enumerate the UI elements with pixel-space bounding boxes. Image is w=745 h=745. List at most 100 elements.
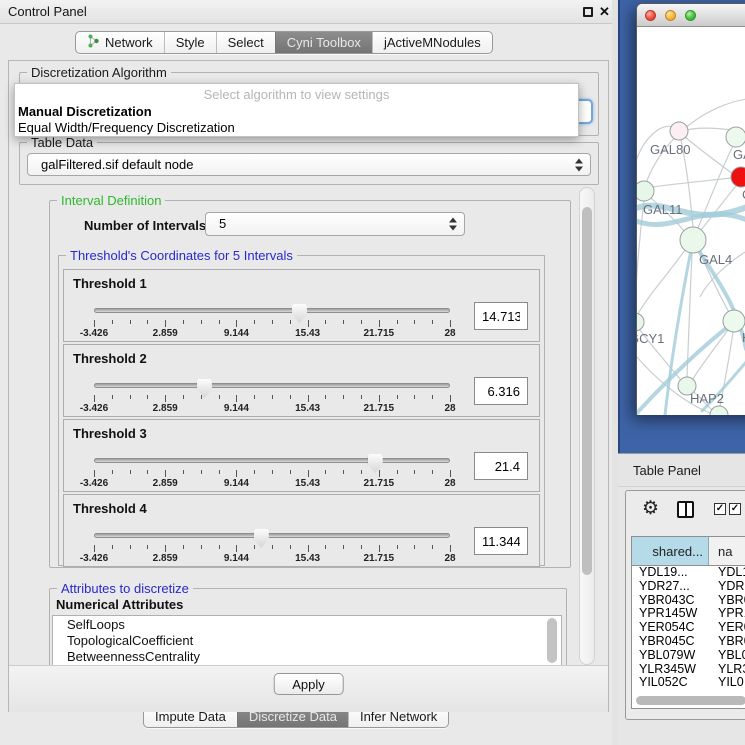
network-node[interactable] [710, 406, 728, 415]
column-header-2[interactable]: na [709, 537, 745, 565]
threshold-value-input[interactable] [474, 377, 528, 405]
apply-button[interactable]: Apply [273, 673, 344, 695]
column-header-1[interactable]: shared... [632, 537, 709, 565]
tick-mark [236, 470, 237, 477]
cell-shared-name: YBL079W [632, 649, 709, 663]
tick-mark [290, 320, 291, 324]
cell-shared-name: YLR345W [632, 663, 709, 677]
table-horizontal-scrollbar[interactable] [636, 696, 745, 705]
number-of-intervals-combobox[interactable]: 5 [205, 212, 465, 236]
checkbox-icon[interactable]: ✓ [729, 503, 741, 515]
threshold-slider[interactable]: -3.4262.8599.14415.4321.71528 [64, 298, 524, 343]
tab-select[interactable]: Select [216, 32, 275, 53]
table-row[interactable]: YBR043CYBR0 [632, 594, 745, 608]
tick-mark [183, 320, 184, 324]
gear-icon[interactable]: ⚙ [642, 498, 659, 520]
tick-label: 28 [418, 328, 482, 339]
slider-handle[interactable] [368, 454, 383, 473]
network-node-label: GAL11 [643, 202, 683, 217]
list-scrollbar[interactable] [547, 618, 557, 663]
network-node[interactable] [726, 127, 745, 147]
slider-track[interactable] [94, 383, 450, 388]
network-node[interactable] [731, 167, 745, 187]
table-data-combobox[interactable]: galFiltered.sif default node [27, 153, 591, 176]
slider-handle[interactable] [197, 379, 212, 398]
checkbox-icon[interactable]: ✓ [714, 503, 726, 515]
tick-label: -3.426 [62, 403, 126, 414]
zoom-traffic-light-icon[interactable] [685, 10, 696, 21]
tick-mark [450, 545, 451, 552]
tab-style[interactable]: Style [164, 32, 216, 53]
tick-mark [432, 545, 433, 549]
tick-mark [201, 545, 202, 549]
tick-mark [290, 395, 291, 399]
tick-mark [379, 395, 380, 402]
threshold-slider[interactable]: -3.4262.8599.14415.4321.71528 [64, 448, 524, 493]
slider-handle[interactable] [292, 304, 307, 323]
close-traffic-light-icon[interactable] [645, 10, 656, 21]
tab-jactivemnodules[interactable]: jActiveMNodules [372, 32, 492, 53]
algorithm-dropdown-popup: Select algorithm to view settings Manual… [14, 83, 579, 137]
dropdown-option-equal-width-frequency[interactable]: Equal Width/Frequency Discretization [18, 120, 235, 135]
tick-mark [343, 470, 344, 474]
network-node[interactable] [637, 313, 644, 331]
table-row[interactable]: YDR27...YDR2 [632, 580, 745, 594]
columns-icon[interactable] [677, 501, 694, 518]
network-graph[interactable]: GAL80GAGAL11CGAL4GCY1HHAP2 [637, 28, 745, 415]
attribute-item-selfloops[interactable]: SelfLoops [53, 617, 561, 633]
tick-label: 15.43 [276, 553, 340, 564]
network-node[interactable] [637, 181, 654, 201]
tick-mark [432, 470, 433, 474]
cell-name: YBL0 [709, 649, 745, 663]
tick-mark [236, 320, 237, 327]
close-icon[interactable]: ✕ [599, 4, 610, 19]
slider-track[interactable] [94, 458, 450, 463]
dropdown-option-manual-discretization[interactable]: Manual Discretization [18, 104, 152, 119]
tick-mark [432, 395, 433, 399]
network-edge [652, 178, 731, 187]
slider-handle[interactable] [254, 529, 269, 548]
network-node[interactable] [680, 227, 706, 253]
tick-label: 9.144 [204, 403, 268, 414]
attribute-item-topologicalcoefficient[interactable]: TopologicalCoefficient [53, 633, 561, 649]
tick-label: 9.144 [204, 328, 268, 339]
cell-name: YBR0 [709, 635, 745, 649]
tick-mark [325, 470, 326, 474]
threshold-slider[interactable]: -3.4262.8599.14415.4321.71528 [64, 373, 524, 418]
numerical-attributes-list[interactable]: SelfLoopsTopologicalCoefficientBetweenne… [52, 615, 562, 667]
network-node[interactable] [723, 310, 745, 332]
tick-mark [272, 470, 273, 474]
slider-track[interactable] [94, 533, 450, 538]
slider-track[interactable] [94, 308, 450, 313]
table-row[interactable]: YLR345WYLR3 [632, 663, 745, 677]
table-row[interactable]: YIL052CYIL0 [632, 676, 745, 690]
threshold-value-input[interactable] [474, 302, 528, 330]
tick-label: -3.426 [62, 328, 126, 339]
tab-cyni-toolbox[interactable]: Cyni Toolbox [275, 32, 372, 53]
table-row[interactable]: YPR145WYPR1 [632, 607, 745, 621]
tab-network[interactable]: Network [76, 32, 164, 53]
panel-scrollbar-thumb[interactable] [582, 207, 592, 575]
table-row[interactable]: YBL079WYBL0 [632, 649, 745, 663]
tick-label: -3.426 [62, 478, 126, 489]
threshold-panel-4: Threshold 4 -3.4262.8599.14415.4321.71528 [63, 494, 540, 567]
threshold-slider[interactable]: -3.4262.8599.14415.4321.71528 [64, 523, 524, 568]
threshold-value-input[interactable] [474, 527, 528, 555]
float-window-icon[interactable] [583, 7, 593, 17]
tick-mark [343, 320, 344, 324]
tick-mark [219, 395, 220, 399]
table-row[interactable]: YER054CYER0 [632, 621, 745, 635]
table-row[interactable]: YBR045CYBR0 [632, 635, 745, 649]
tick-label: 2.859 [133, 328, 197, 339]
minimize-traffic-light-icon[interactable] [665, 10, 676, 21]
tick-mark [254, 545, 255, 549]
threshold-label: Threshold 4 [73, 501, 147, 516]
tick-label: 15.43 [276, 328, 340, 339]
panel-scrollbar-track[interactable] [579, 187, 595, 665]
table-row[interactable]: YDL19...YDL1 [632, 566, 745, 580]
network-node[interactable] [670, 122, 688, 140]
network-canvas[interactable]: GAL80GAGAL11CGAL4GCY1HHAP2 [637, 28, 745, 415]
threshold-value-input[interactable] [474, 452, 528, 480]
tick-mark [183, 395, 184, 399]
attribute-item-betweennesscentrality[interactable]: BetweennessCentrality [53, 649, 561, 665]
